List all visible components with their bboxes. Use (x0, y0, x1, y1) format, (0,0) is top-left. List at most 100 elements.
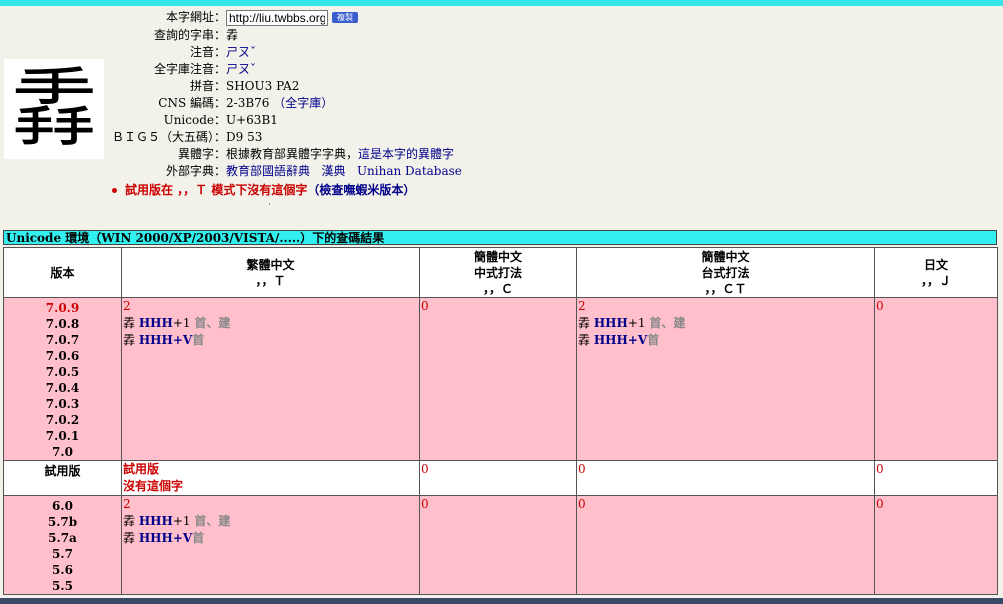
result-tail: 首、建 (194, 514, 231, 528)
result-count: 0 (876, 299, 884, 313)
results-table: 版本 繁體中文 ，，Ｔ 簡體中文 中式打法 ，，Ｃ 簡體中文 台式打法 ，，ＣＴ… (3, 247, 998, 595)
header-simplified-ct: 簡體中文 台式打法 ，，ＣＴ (576, 247, 875, 298)
result-tail: 首 (192, 531, 205, 545)
results-banner: Unicode 環境（WIN 2000/XP/2003/VISTA/.....）… (3, 230, 997, 245)
result-count: 0 (876, 497, 884, 511)
zhuyin-label: 注音： (189, 45, 226, 59)
result-count: 0 (421, 497, 429, 511)
version-list: 6.0 5.7b 5.7a 5.7 5.6 5.5 (3, 495, 122, 595)
simplified-c-cell: 0 (419, 495, 577, 595)
traditional-cell: 2 掱 HHH+1 首、建 掱 HHH+V首 (121, 495, 420, 595)
result-count: 2 (123, 497, 131, 511)
version-item: 5.5 (52, 579, 73, 593)
info-cns-row: CNS 編碼：2-3B76 （全字庫） (104, 95, 333, 112)
header-simplified-ct-text: 簡體中文 台式打法 ，，ＣＴ (701, 249, 750, 296)
result-line: 掱 HHH+1 首、建 (578, 315, 874, 332)
version-item: 7.0.3 (45, 397, 80, 411)
version-item: 7.0.9 (45, 301, 80, 315)
result-code: HHH (138, 316, 173, 330)
check-version-link[interactable]: （檢查嘸蝦米版本） (307, 183, 415, 197)
result-count: 0 (876, 462, 884, 476)
query-label: 查詢的字串： (153, 28, 226, 42)
variant-text: 根據教育部異體字字典， (226, 147, 359, 161)
result-char: 掱 (123, 531, 136, 545)
version-item: 7.0.4 (45, 381, 80, 395)
result-char: 掱 (123, 316, 136, 330)
result-char: 掱 (123, 514, 136, 528)
full-zhuyin-label: 全字庫注音： (153, 62, 226, 76)
simplified-ct-cell: 0 (576, 495, 875, 595)
version-item: 5.7b (47, 515, 78, 529)
info-full-zhuyin-row: 全字庫注音：ㄕㄡˇ (104, 61, 256, 78)
copy-button[interactable]: 複製 (332, 12, 358, 23)
result-tail: 首、建 (194, 316, 231, 330)
trial-notice: 試用版在 ，，Ｔ 模式下沒有這個字（檢查嘸蝦米版本） (112, 181, 415, 198)
version-item: 7.0.5 (45, 365, 80, 379)
external-link-moe[interactable]: 教育部國語辭典 (226, 164, 310, 178)
external-link-zdic[interactable]: 漢典 (321, 164, 345, 178)
result-char: 掱 (123, 333, 136, 347)
zhuyin-value[interactable]: ㄕㄡˇ (226, 44, 256, 61)
url-field[interactable] (226, 9, 328, 26)
info-variant-row: 異體字：根據教育部異體字字典，這是本字的異體字 (104, 146, 454, 163)
header-version: 版本 (3, 247, 122, 298)
variant-link[interactable]: 這是本字的異體字 (358, 147, 454, 161)
unicode-label: Unicode： (163, 113, 226, 127)
trial-notice-text: 試用版在 ，，Ｔ 模式下沒有這個字 (125, 183, 308, 197)
cns-full-link[interactable]: （全字庫） (273, 96, 333, 110)
version-item: 5.6 (52, 563, 73, 577)
table-row-trial: 試用版 試用版 沒有這個字 0 0 0 (3, 460, 998, 496)
version-item: 7.0.2 (45, 413, 80, 427)
result-char: 掱 (578, 316, 591, 330)
query-value: 掱 (226, 28, 239, 42)
url-label: 本字網址： (165, 10, 226, 24)
result-char: 掱 (578, 333, 591, 347)
external-label: 外部字典： (165, 164, 226, 178)
result-code: HHH+V (593, 333, 648, 347)
result-line: 掱 HHH+1 首、建 (123, 315, 419, 332)
version-item: 7.0.6 (45, 349, 80, 363)
simplified-ct-cell: 2 掱 HHH+1 首、建 掱 HHH+V首 (576, 297, 875, 461)
trial-line1: 試用版 (123, 462, 160, 476)
version-item: 7.0.7 (45, 333, 80, 347)
header-japanese: 日文 ，，Ｊ (874, 247, 998, 298)
table-row: 6.0 5.7b 5.7a 5.7 5.6 5.5 2 掱 HHH+1 首、建 … (3, 495, 998, 595)
external-link-unihan[interactable]: Unihan Database (357, 164, 462, 178)
result-code: HHH (593, 316, 628, 330)
table-row: 7.0.9 7.0.8 7.0.7 7.0.6 7.0.5 7.0.4 7.0.… (3, 297, 998, 461)
header-version-text: 版本 (50, 265, 75, 280)
result-tail: 首 (647, 333, 660, 347)
trial-c-cell: 0 (419, 460, 577, 496)
result-count: 2 (578, 299, 586, 313)
trial-j-cell: 0 (874, 460, 998, 496)
result-count: 0 (421, 299, 429, 313)
info-query-row: 查詢的字串：掱 (104, 27, 238, 44)
big5-label: ＢＩＧ５（大五碼）： (111, 130, 226, 144)
result-tail: 首、建 (649, 316, 686, 330)
pinyin-label: 拼音： (189, 79, 226, 93)
character-glyph: 掱 (11, 59, 97, 159)
header-traditional: 繁體中文 ，，Ｔ (121, 247, 420, 298)
info-unicode-row: Unicode：U+63B1 (104, 112, 278, 129)
trial-version: 試用版 (3, 460, 122, 496)
japanese-cell: 0 (874, 297, 998, 461)
version-item: 7.0 (52, 445, 73, 459)
result-line: 掱 HHH+1 首、建 (123, 513, 419, 530)
full-zhuyin-value[interactable]: ㄕㄡˇ (226, 61, 256, 78)
result-count: 0 (578, 462, 586, 476)
header-japanese-text: 日文 ，，Ｊ (920, 257, 951, 288)
result-line: 掱 HHH+V首 (123, 530, 419, 547)
info-external-row: 外部字典：教育部國語辭典 漢典 Unihan Database (104, 163, 462, 180)
version-item: 7.0.8 (45, 317, 80, 331)
trial-version-text: 試用版 (44, 464, 81, 478)
top-bar (0, 0, 1003, 6)
version-item: 6.0 (52, 499, 73, 513)
simplified-c-cell: 0 (419, 297, 577, 461)
info-big5-row: ＢＩＧ５（大五碼）：D9 53 (104, 129, 262, 146)
info-pinyin-row: 拼音：SHOU3 PA2 (104, 78, 299, 95)
traditional-cell: 2 掱 HHH+1 首、建 掱 HHH+V首 (121, 297, 420, 461)
header-traditional-text: 繁體中文 ，，Ｔ (246, 257, 295, 288)
version-list: 7.0.9 7.0.8 7.0.7 7.0.6 7.0.5 7.0.4 7.0.… (3, 297, 122, 461)
result-code-suffix: +1 (172, 514, 191, 528)
result-count: 2 (123, 299, 131, 313)
